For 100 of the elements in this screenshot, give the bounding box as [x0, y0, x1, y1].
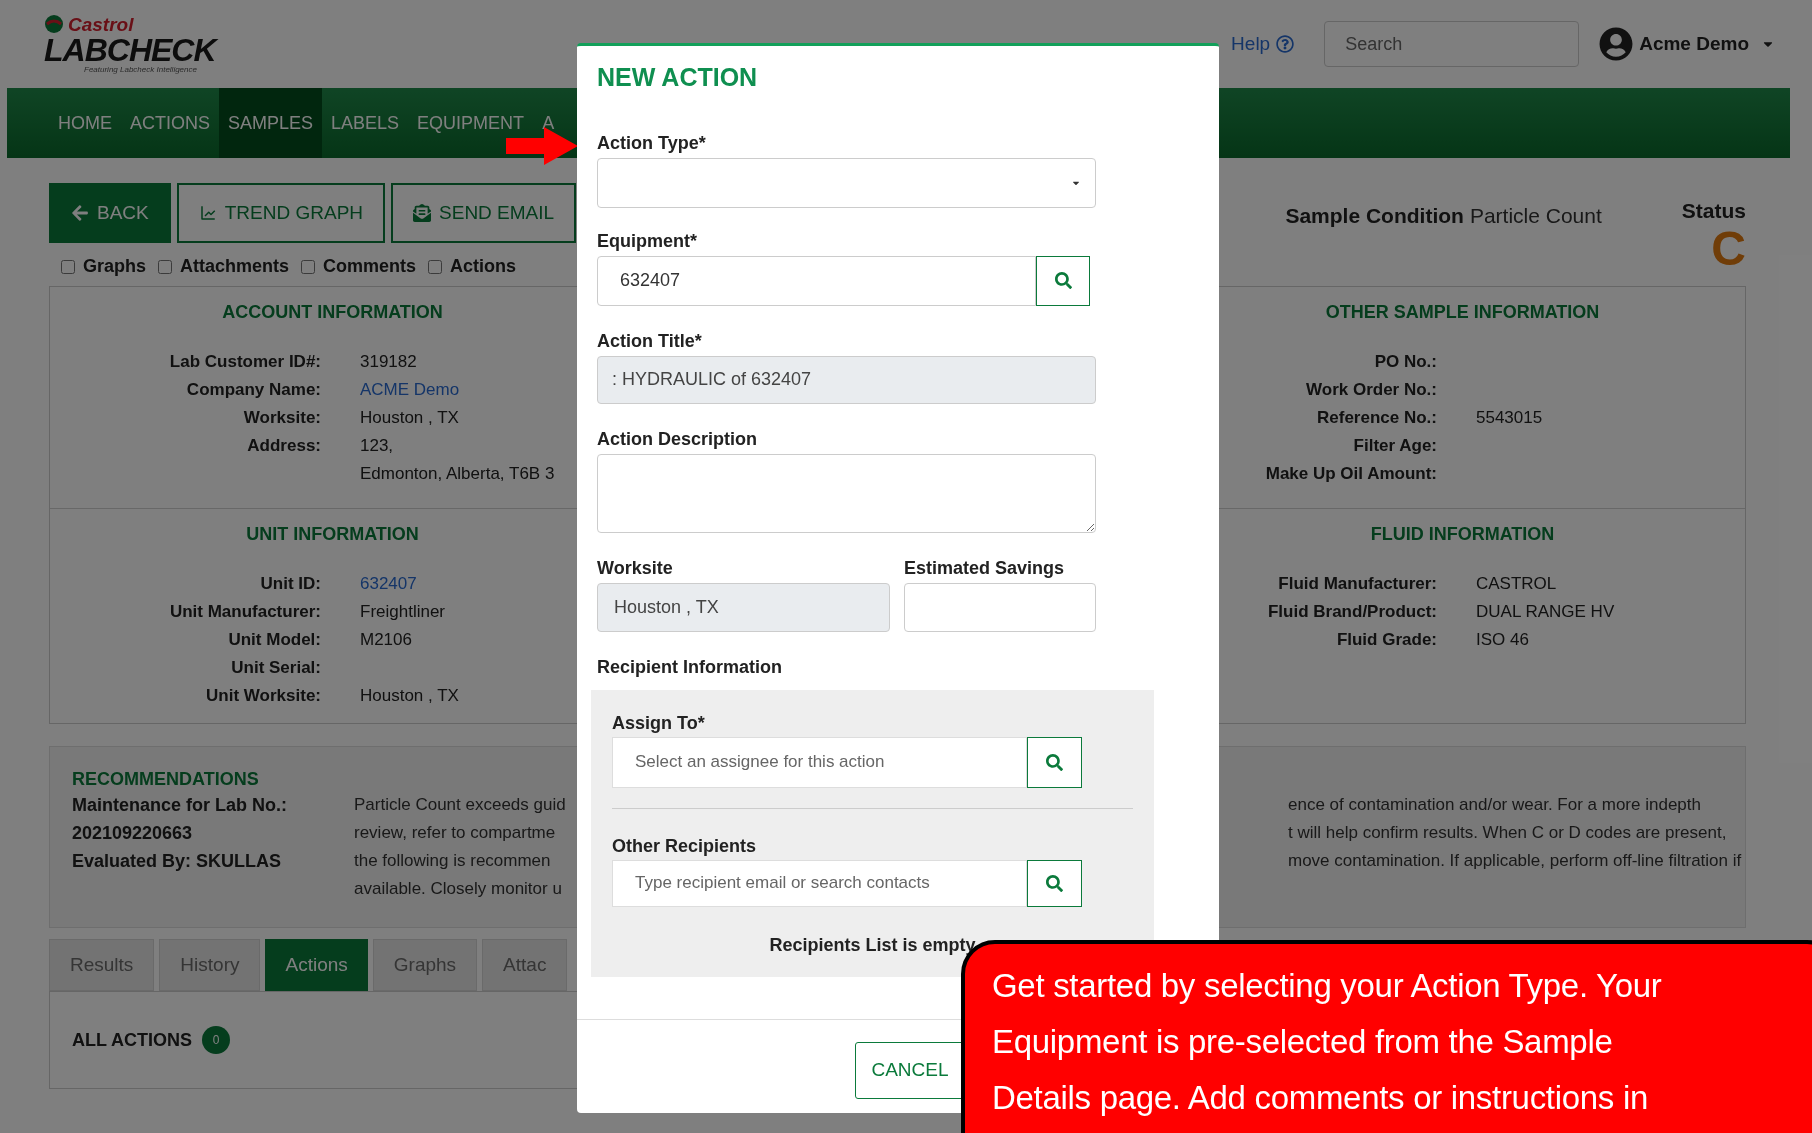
field-label: Unit Manufacturer:	[169, 602, 321, 621]
recommendation-text: the following is recommen	[354, 850, 552, 872]
tab[interactable]: Graphs	[372, 939, 478, 991]
condition-value: Particle Count	[1469, 204, 1602, 227]
field-label: Reference No.:	[1317, 408, 1437, 427]
field-value: Edmonton, Alberta, T6B 3	[360, 464, 555, 483]
callout-text: Get started by selecting your Action Type. Your	[992, 966, 1663, 1006]
assignee-field[interactable]: Select an assignee for this action	[612, 736, 1027, 788]
user-menu[interactable]: Acme Demo	[1599, 27, 1775, 61]
field-value: DUAL RANGE HV	[1476, 602, 1615, 621]
toolbar-button[interactable]: SEND EMAIL	[391, 183, 577, 243]
field-value: CASTROL	[1476, 574, 1557, 593]
section-heading: FLUID INFORMATION	[1369, 523, 1556, 546]
search-button[interactable]	[1027, 736, 1082, 788]
recommendation-meta: Maintenance for Lab No.:	[72, 794, 288, 817]
brand-text: Castrol	[68, 14, 134, 34]
field-label: Fluid Grade:	[1336, 630, 1437, 649]
toolbar-button[interactable]: BACK	[49, 183, 171, 243]
equipment-field[interactable]: 632407	[597, 255, 1036, 306]
field-label: Unit ID:	[260, 574, 321, 593]
tagline-text: Featuring Labcheck Intelligence	[83, 66, 198, 74]
description-field[interactable]	[597, 453, 1096, 533]
field-label: Other Recipients	[612, 834, 758, 857]
search-field[interactable]: Search	[1324, 21, 1580, 67]
field-label: Assign To*	[612, 711, 706, 734]
callout-text: Details page. Add comments or instructions in	[992, 1078, 1649, 1118]
search-icon	[1046, 874, 1063, 892]
checkbox[interactable]	[428, 259, 443, 274]
tab[interactable]: Attac	[482, 939, 568, 991]
field-value: 5543015	[1476, 408, 1543, 427]
recommendation-text: t will help confirm results. When C or D codes are present,	[1288, 822, 1728, 844]
recipients-field[interactable]: Type recipient email or search contacts	[612, 859, 1027, 907]
value-link[interactable]: 632407	[360, 574, 417, 593]
field-label: Fluid Brand/Product:	[1267, 602, 1437, 621]
help-link[interactable]: Help	[1231, 29, 1295, 59]
recommendation-text: available. Closely monitor u	[354, 878, 563, 900]
savings-field[interactable]	[904, 582, 1096, 632]
field-label: Filter Age:	[1353, 436, 1437, 455]
tab[interactable]: Actions	[265, 939, 368, 991]
help-icon	[1276, 35, 1295, 53]
field-value: ISO 46	[1476, 630, 1529, 649]
field-label: Worksite:	[243, 408, 321, 427]
field-value: Houston , TX	[360, 408, 459, 427]
logo[interactable]: Castrol LABCHECK Featuring Labcheck Intelligence	[44, 14, 216, 74]
field-value: 319182	[360, 352, 417, 371]
checkbox[interactable]	[61, 259, 75, 274]
checkbox-label: Graphs	[83, 255, 147, 278]
field-label: Recipient Information	[597, 655, 783, 678]
nav-item[interactable]: SAMPLES	[219, 88, 323, 158]
field-label: Unit Worksite:	[206, 686, 321, 705]
search-button[interactable]	[1027, 859, 1082, 907]
tab[interactable]: History	[159, 939, 261, 991]
count-badge: 0	[202, 1026, 230, 1054]
field-label: Company Name:	[186, 380, 321, 399]
nav-item[interactable]: LABELS	[322, 88, 409, 158]
field-label: Address:	[247, 436, 321, 455]
checkbox[interactable]	[301, 259, 316, 274]
field-value: 123,	[360, 436, 394, 455]
product-text: LABCHECK	[44, 34, 216, 66]
field-value: M2106	[360, 630, 412, 649]
field-label: Work Order No.:	[1306, 380, 1437, 399]
panel-title: ALL ACTIONS	[72, 1028, 192, 1052]
nav-item[interactable]: ACTIONS	[121, 88, 219, 158]
user-avatar-icon	[1599, 27, 1634, 61]
field-label: Equipment*	[597, 229, 698, 252]
checkbox-label: Actions	[450, 255, 517, 278]
checkbox[interactable]	[158, 259, 173, 274]
envelope-icon	[413, 204, 432, 222]
field-value: Houston , TX	[360, 686, 459, 705]
recommendation-meta: Evaluated By: SKULLAS	[72, 850, 283, 873]
field-label: Worksite	[597, 556, 674, 579]
field-label: PO No.:	[1374, 352, 1437, 371]
nav-item[interactable]: HOME	[49, 88, 121, 158]
action-type-select[interactable]	[597, 157, 1096, 208]
field-label: Action Type*	[597, 131, 707, 154]
nav-item[interactable]: EQUIPMENT	[408, 88, 534, 158]
checkbox-label: Attachments	[180, 255, 290, 278]
field-label: Unit Serial:	[231, 658, 321, 677]
field-label: Action Description	[597, 427, 758, 450]
callout-text: Equipment is pre-selected from the Sample	[992, 1022, 1614, 1062]
field-label: Lab Customer ID#:	[169, 352, 321, 371]
recommendation-meta: 202109220663	[72, 822, 194, 845]
section-heading: RECOMMENDATIONS	[72, 768, 260, 791]
tab[interactable]: Results	[49, 939, 155, 991]
recommendation-text: ence of contamination and/or wear. For a more indepth	[1288, 794, 1702, 816]
field-label: Fluid Manufacturer:	[1278, 574, 1437, 593]
dialog-title: NEW ACTION	[597, 62, 759, 93]
recommendation-text: move contamination. If applicable, perform off-line filtration if	[1288, 850, 1742, 872]
search-button[interactable]	[1036, 255, 1090, 306]
search-icon	[1054, 272, 1072, 289]
area-chart-icon	[198, 204, 217, 222]
toolbar-button[interactable]: TREND GRAPH	[176, 183, 386, 243]
empty-list-message: Recipients List is empty	[768, 933, 977, 957]
status-grade: C	[1711, 226, 1746, 271]
search-icon	[1046, 753, 1063, 771]
logo-emblem-icon	[44, 14, 64, 34]
value-link[interactable]: ACME Demo	[360, 380, 460, 399]
arrow-left-icon	[71, 204, 89, 222]
section-heading: OTHER SAMPLE INFORMATION	[1324, 301, 1601, 324]
field-label: Make Up Oil Amount:	[1265, 464, 1437, 483]
